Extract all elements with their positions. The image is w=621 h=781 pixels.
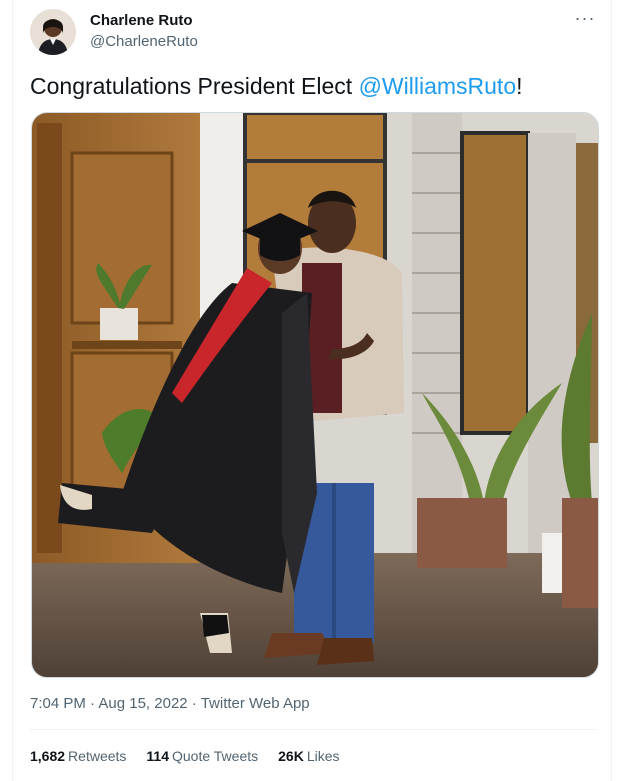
tweet-date[interactable]: Aug 15, 2022 bbox=[98, 695, 187, 712]
more-options-icon[interactable]: ··· bbox=[575, 8, 595, 28]
tweet-text: Congratulations President Elect @William… bbox=[30, 72, 523, 100]
tweet-photo[interactable] bbox=[31, 112, 599, 678]
retweets-count: 1,682 bbox=[30, 748, 66, 764]
retweets-label: Retweets bbox=[68, 748, 127, 764]
tweet-stats: 1,682 Retweets 114 Quote Tweets 26K Likes bbox=[30, 748, 340, 764]
likes-stat[interactable]: 26K Likes bbox=[278, 748, 339, 764]
tweet-time[interactable]: 7:04 PM bbox=[30, 695, 86, 712]
retweets-stat[interactable]: 1,682 Retweets bbox=[30, 748, 126, 764]
quote-tweets-count: 114 bbox=[146, 748, 169, 764]
tweet-source[interactable]: Twitter Web App bbox=[201, 695, 310, 712]
divider bbox=[30, 729, 596, 730]
mention-link[interactable]: @WilliamsRuto bbox=[359, 73, 517, 99]
quote-tweets-label: Quote Tweets bbox=[172, 748, 259, 764]
quote-tweets-stat[interactable]: 114 Quote Tweets bbox=[146, 748, 258, 764]
likes-count: 26K bbox=[278, 748, 304, 764]
meta-separator: · bbox=[187, 695, 201, 712]
avatar-image bbox=[30, 9, 76, 55]
tweet-card: Charlene Ruto @CharleneRuto ··· Congratu… bbox=[12, 0, 612, 781]
meta-separator: · bbox=[85, 695, 99, 712]
avatar[interactable] bbox=[30, 9, 76, 55]
likes-label: Likes bbox=[306, 748, 340, 764]
author-name[interactable]: Charlene Ruto bbox=[90, 12, 193, 29]
tweet-text-end: ! bbox=[516, 73, 523, 99]
photo-graduation bbox=[32, 113, 598, 677]
tweet-text-main: Congratulations President Elect bbox=[30, 73, 359, 99]
tweet-meta: 7:04 PM · Aug 15, 2022 · Twitter Web App bbox=[30, 695, 310, 712]
author-handle[interactable]: @CharleneRuto bbox=[90, 33, 198, 50]
